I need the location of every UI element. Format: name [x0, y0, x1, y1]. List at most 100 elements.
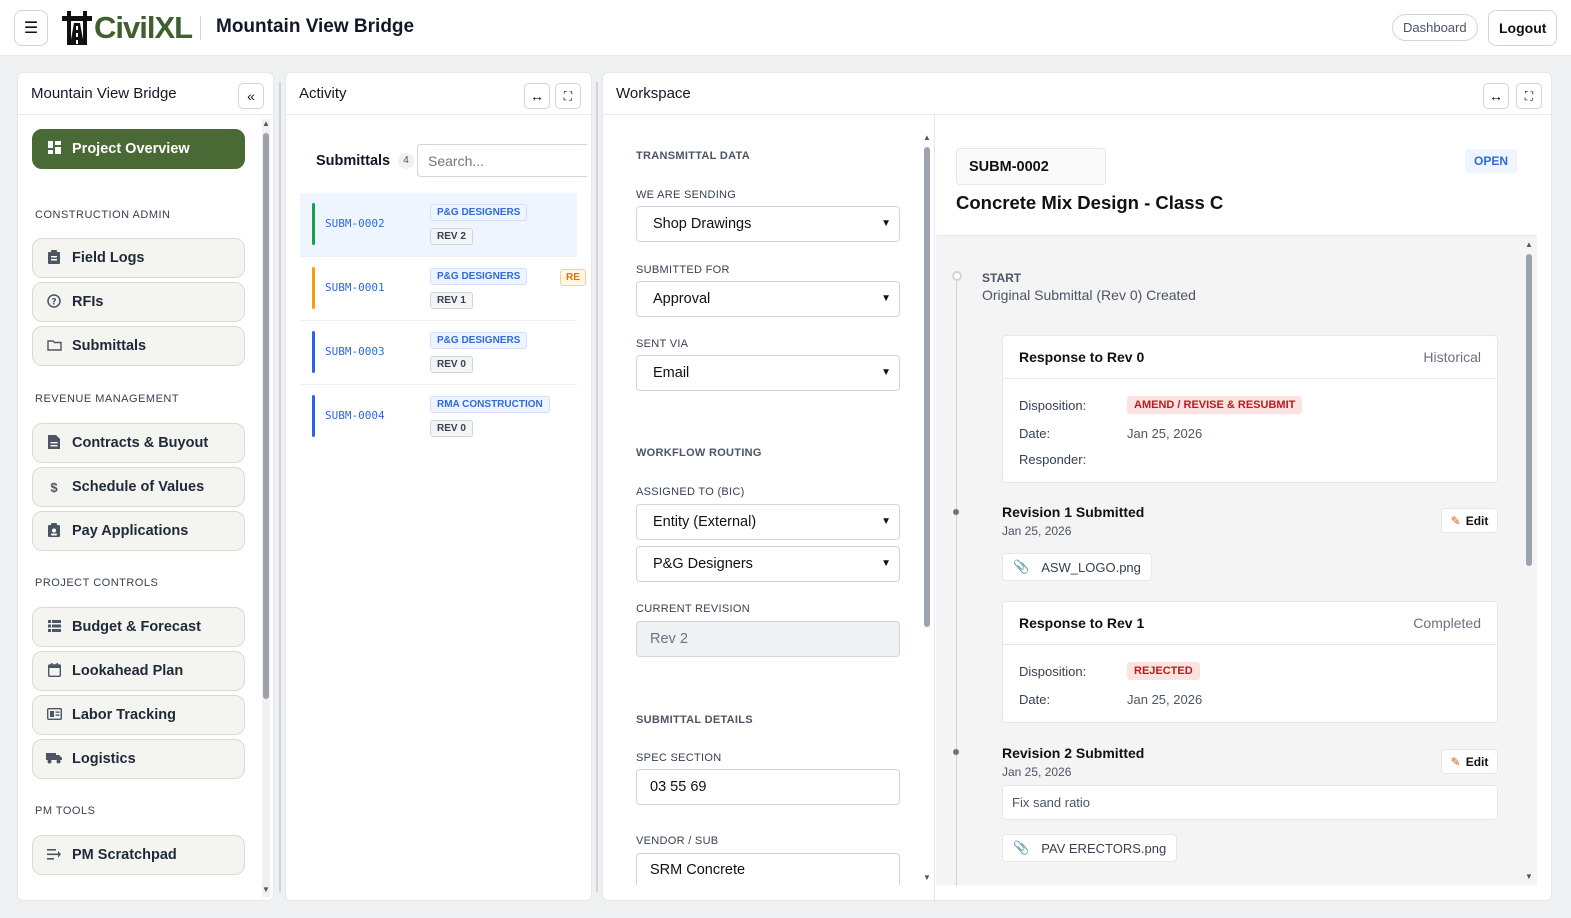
scroll-up-arrow-icon[interactable]: ▲ [262, 119, 270, 128]
timeline-start-dot [952, 271, 962, 281]
sidebar-item-labor-tracking[interactable]: Labor Tracking [32, 695, 245, 735]
dashboard-grid-icon [46, 141, 62, 157]
sidebar-item-lookahead-plan[interactable]: Lookahead Plan [32, 651, 245, 691]
edit-label: Edit [1465, 754, 1489, 769]
timeline-scrollbar[interactable]: ▲ ▼ [1525, 240, 1533, 882]
status-badge: OPEN [1465, 149, 1517, 173]
fullscreen-button[interactable]: ⛶ [1516, 83, 1542, 109]
entity-badge: P&G DESIGNERS [430, 204, 528, 221]
sent-via-select[interactable]: Email ▼ [636, 355, 900, 391]
timeline-dot [953, 509, 959, 515]
scroll-down-arrow-icon[interactable]: ▼ [262, 885, 270, 894]
resize-handle[interactable] [596, 82, 598, 892]
dollar-icon: $ [50, 479, 58, 495]
sidebar-item-pm-scratchpad[interactable]: PM Scratchpad [32, 835, 245, 875]
expand-width-button[interactable]: ↔ [524, 83, 550, 109]
sidebar-item-budget-forecast[interactable]: Budget & Forecast [32, 607, 245, 647]
sidebar-item-pay-applications[interactable]: Pay Applications [32, 511, 245, 551]
chevron-down-icon: ▼ [881, 293, 891, 304]
sidebar-scrollbar[interactable]: ▲ ▼ [262, 119, 270, 897]
select-value: Email [653, 365, 690, 381]
svg-text:?: ? [51, 297, 56, 307]
edit-revision-button[interactable]: ✎ Edit [1441, 508, 1498, 533]
fullscreen-button[interactable]: ⛶ [555, 83, 581, 109]
list-icon [46, 619, 62, 635]
attachment-chip[interactable]: 📎 PAV ERECTORS.png [1002, 834, 1178, 862]
sidebar-item-label: RFIs [72, 294, 104, 310]
sidebar-item-submittals[interactable]: Submittals [32, 326, 245, 366]
sidebar-item-rfis[interactable]: ? RFIs [32, 282, 245, 322]
submittal-id-link[interactable]: SUBM-0004 [325, 409, 385, 422]
sidebar-item-label: Project Overview [72, 141, 190, 157]
sidebar-item-contracts-buyout[interactable]: Contracts & Buyout [32, 423, 245, 463]
revision-note: Fix sand ratio [1002, 785, 1498, 820]
submittal-row[interactable]: SUBM-0002 P&G DESIGNERS REV 2 [300, 193, 577, 257]
section-project-controls: PROJECT CONTROLS [35, 577, 159, 589]
spec-section-label: SPEC SECTION [636, 752, 722, 764]
spec-section-input[interactable]: 03 55 69 [636, 769, 900, 805]
activity-title: Activity [299, 85, 347, 102]
logo-text: CivilXL [94, 10, 193, 45]
submittal-id-link[interactable]: SUBM-0002 [325, 217, 385, 230]
fullscreen-icon: ⛶ [1524, 88, 1534, 103]
disposition-label: Disposition: [1019, 398, 1087, 413]
form-scroll-thumb[interactable] [924, 147, 930, 627]
timeline-scroll-thumb[interactable] [1526, 254, 1532, 566]
section-pm-tools: PM TOOLS [35, 805, 96, 817]
pencil-icon: ✎ [1450, 513, 1461, 528]
sidebar-item-field-logs[interactable]: Field Logs [32, 238, 245, 278]
status-badge-truncated: RE [560, 269, 586, 286]
card-title: Response to Rev 0 [1019, 349, 1145, 365]
submittal-id-link[interactable]: SUBM-0003 [325, 345, 385, 358]
double-chevron-left-icon: « [247, 88, 255, 104]
vendor-sub-label: VENDOR / SUB [636, 835, 719, 847]
chevron-down-icon: ▼ [881, 558, 891, 569]
logout-button[interactable]: Logout [1488, 10, 1558, 46]
revision-date: Jan 25, 2026 [1002, 765, 1072, 779]
sidebar-scroll-thumb[interactable] [263, 133, 269, 699]
document-icon [46, 434, 62, 452]
response-card-rev0: Response to Rev 0 Historical Disposition… [1002, 335, 1498, 483]
submittal-row[interactable]: SUBM-0004 RMA CONSTRUCTION REV 0 [300, 385, 577, 449]
scroll-up-arrow-icon[interactable]: ▲ [923, 133, 931, 142]
hamburger-menu-button[interactable]: ☰ [14, 10, 48, 46]
vendor-sub-input[interactable]: SRM Concrete [636, 853, 900, 885]
submittals-count-badge: 4 [398, 153, 414, 169]
submitted-for-select[interactable]: Approval ▼ [636, 281, 900, 317]
sidebar-item-label: Labor Tracking [72, 707, 176, 723]
scroll-down-arrow-icon[interactable]: ▼ [1525, 872, 1533, 881]
expand-width-button[interactable]: ↔ [1483, 83, 1509, 109]
submittals-list-title: Submittals [316, 153, 391, 169]
notes-icon [46, 848, 62, 863]
sidebar-item-logistics[interactable]: Logistics [32, 739, 245, 779]
submittals-search-input[interactable] [417, 144, 587, 177]
scroll-up-arrow-icon[interactable]: ▲ [1525, 240, 1533, 249]
timeline-start-text: Original Submittal (Rev 0) Created [982, 287, 1196, 303]
scroll-down-arrow-icon[interactable]: ▼ [923, 873, 931, 882]
submittal-id-link[interactable]: SUBM-0001 [325, 281, 385, 294]
detail-id-field[interactable]: SUBM-0002 [956, 148, 1106, 185]
assigned-entity-select[interactable]: P&G Designers ▼ [636, 546, 900, 582]
we-are-sending-select[interactable]: Shop Drawings ▼ [636, 206, 900, 242]
submittal-row[interactable]: SUBM-0003 P&G DESIGNERS REV 0 [300, 321, 577, 385]
sidebar-item-label: Contracts & Buyout [72, 435, 209, 451]
sidebar-item-project-overview[interactable]: Project Overview [32, 129, 245, 169]
timeline-line [956, 276, 957, 886]
sent-via-label: SENT VIA [636, 338, 689, 350]
collapse-sidebar-button[interactable]: « [238, 83, 264, 109]
disposition-label: Disposition: [1019, 664, 1087, 679]
attachment-chip[interactable]: 📎 ASW_LOGO.png [1002, 553, 1152, 581]
resize-handle[interactable] [279, 82, 281, 892]
pencil-icon: ✎ [1450, 754, 1461, 769]
timeline-dot [953, 749, 959, 755]
assigned-type-select[interactable]: Entity (External) ▼ [636, 504, 900, 540]
dashboard-button[interactable]: Dashboard [1392, 14, 1478, 41]
form-scrollbar[interactable]: ▲ ▼ [923, 133, 931, 885]
sidebar-header: Mountain View Bridge [18, 73, 273, 115]
responder-label: Responder: [1019, 452, 1087, 467]
sidebar-item-schedule-of-values[interactable]: $ Schedule of Values [32, 467, 245, 507]
submittal-row[interactable]: SUBM-0001 P&G DESIGNERS REV 1 RE [300, 257, 586, 321]
paperclip-icon: 📎 [1013, 559, 1030, 574]
select-value: Shop Drawings [653, 216, 752, 232]
edit-revision-button[interactable]: ✎ Edit [1441, 749, 1498, 774]
